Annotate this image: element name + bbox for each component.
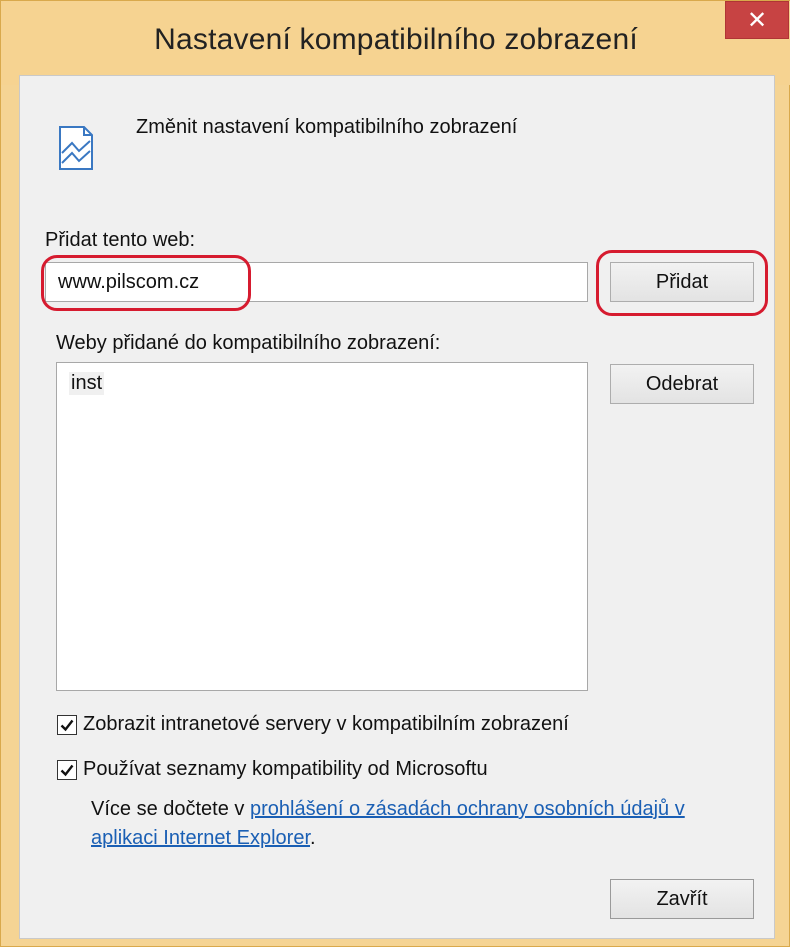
add-button[interactable]: Přidat — [610, 262, 754, 302]
intranet-checkbox[interactable] — [57, 714, 77, 735]
close-button[interactable]: Zavřít — [610, 879, 754, 919]
list-item[interactable]: inst — [69, 372, 105, 395]
site-listbox[interactable]: inst — [56, 362, 588, 691]
ms-lists-checkbox[interactable] — [57, 759, 77, 780]
intranet-option[interactable]: Zobrazit intranetové servery v kompatibi… — [57, 713, 569, 736]
ms-lists-label: Používat seznamy kompatibility od Micros… — [83, 758, 488, 780]
close-window-button[interactable]: ✕ — [725, 1, 789, 39]
title-bar[interactable]: Nastavení kompatibilního zobrazení ✕ — [1, 1, 790, 85]
site-list-label: Weby přidané do kompatibilního zobrazení… — [56, 332, 441, 354]
info-prefix: Více se dočtete v — [91, 798, 250, 820]
checkmark-icon — [60, 764, 74, 776]
checkmark-icon — [60, 719, 74, 731]
info-suffix: . — [310, 827, 316, 849]
privacy-info: Více se dočtete v prohlášení o zásadách … — [91, 795, 751, 853]
dialog-title: Nastavení kompatibilního zobrazení — [154, 23, 638, 56]
ms-lists-option[interactable]: Používat seznamy kompatibility od Micros… — [57, 758, 488, 781]
intranet-label: Zobrazit intranetové servery v kompatibi… — [83, 713, 569, 735]
compat-view-icon — [59, 126, 93, 170]
add-site-label: Přidat tento web: — [45, 229, 196, 251]
dialog-window: Nastavení kompatibilního zobrazení ✕ Změ… — [0, 0, 790, 947]
remove-button[interactable]: Odebrat — [610, 364, 754, 404]
header-description: Změnit nastavení kompatibilního zobrazen… — [136, 116, 518, 138]
add-site-input[interactable] — [45, 262, 588, 302]
